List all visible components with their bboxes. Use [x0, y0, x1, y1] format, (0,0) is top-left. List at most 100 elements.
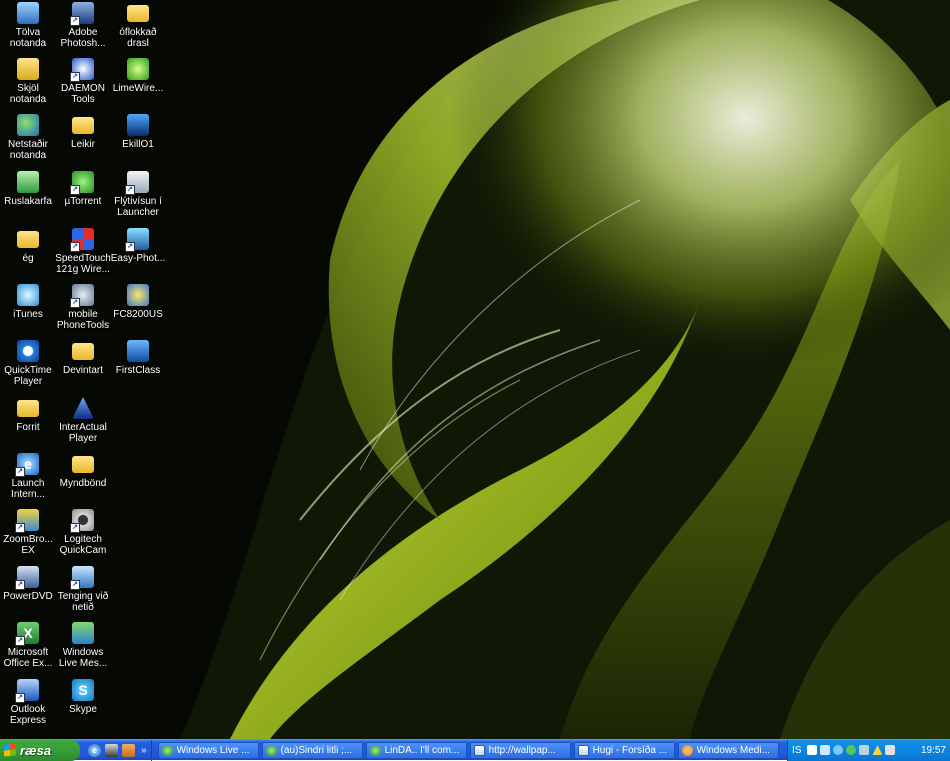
desktop-icon-label: ég — [22, 253, 34, 264]
desktop-icon-label: Easy-Phot... — [110, 253, 166, 264]
desktop-icon-label: QuickTime Player — [4, 365, 52, 387]
shortcut-arrow-icon: ↗ — [70, 298, 80, 308]
messenger-icon — [161, 744, 173, 756]
desktop-icon-ekill01[interactable]: EkillO1 — [110, 114, 166, 150]
desktop-icon-leikir[interactable]: Leikir — [55, 114, 111, 150]
speedtouch-icon: ↗ — [70, 228, 94, 252]
zoombrowser-icon: ↗ — [15, 509, 39, 533]
desktop-icon-label: iTunes — [13, 309, 43, 320]
taskbar-button-sindri-litli[interactable]: (au)Sindri litli ;... — [261, 741, 363, 759]
desktop-icon-logitech-quickcam[interactable]: ↗ Logitech QuickCam — [55, 509, 111, 556]
desktop-icon-grid: Tölva notanda Skjöl notanda Netstaðir no… — [0, 0, 170, 739]
shortcut-arrow-icon: ↗ — [70, 242, 80, 252]
ie-icon[interactable]: e — [88, 743, 101, 757]
desktop-icon-label: Forrit — [16, 422, 40, 433]
taskbar-button-hugi-forsida[interactable]: Hugi - Forsíða ... — [573, 741, 675, 759]
desktop-icon-label: InterActual Player — [59, 422, 107, 444]
shortcut-arrow-icon: ↗ — [15, 636, 25, 646]
desktop-icon-label: mobile PhoneTools — [56, 309, 110, 331]
desktop-icon-windows-live-messenger[interactable]: Windows Live Mes... — [55, 622, 111, 669]
desktop-icon-adobe-photoshop[interactable]: ↗ Adobe Photosh... — [55, 2, 111, 49]
warning-tray-icon[interactable] — [872, 745, 883, 755]
desktop-icon-myndbond[interactable]: Myndbönd — [55, 453, 111, 489]
desktop[interactable]: Tölva notanda Skjöl notanda Netstaðir no… — [0, 0, 950, 739]
quicktime-tray-icon[interactable] — [833, 745, 844, 755]
desktop-icon-label: Outlook Express — [9, 704, 47, 726]
desktop-icon-mobile-phonetools[interactable]: ↗ mobile PhoneTools — [55, 284, 111, 331]
shortcut-arrow-icon: ↗ — [125, 242, 135, 252]
powerdvd-icon: ↗ — [15, 566, 39, 590]
taskbar-button-windows-live[interactable]: Windows Live ... — [157, 741, 259, 759]
desktop-icon-microsoft-excel[interactable]: X ↗ Microsoft Office Ex... — [0, 622, 56, 669]
start-button[interactable]: ræsa — [0, 739, 80, 761]
taskbar-button-wallpaper-url[interactable]: http://wallpap... — [469, 741, 571, 759]
desktop-icon-firstclass[interactable]: FirstClass — [110, 340, 166, 376]
taskbar-button-windows-media[interactable]: Windows Medi... — [677, 741, 779, 759]
desktop-icon-easy-photo[interactable]: ↗ Easy-Phot... — [110, 228, 166, 264]
limewire-icon — [127, 58, 149, 80]
desktop-icon-fc8200us[interactable]: FC8200US — [110, 284, 166, 320]
shortcut-arrow-icon: ↗ — [70, 185, 80, 195]
outlook-express-icon: ↗ — [15, 679, 39, 703]
desktop-icon-eg[interactable]: ég — [0, 228, 56, 264]
excel-icon: X ↗ — [15, 622, 39, 646]
desktop-icon-itunes[interactable]: iTunes — [0, 284, 56, 320]
shortcut-arrow-icon: ↗ — [15, 523, 25, 533]
utorrent-icon: ↗ — [70, 171, 94, 195]
windows-logo-icon — [4, 743, 16, 757]
desktop-icon-label: FirstClass — [115, 365, 161, 376]
quick-launch-more-chevron-icon[interactable]: » — [141, 745, 147, 756]
desktop-icon-devintart[interactable]: Devintart — [55, 340, 111, 376]
messenger-icon — [369, 744, 381, 756]
launcher-shortcut-icon: ↗ — [125, 171, 149, 195]
folder-icon — [72, 117, 94, 134]
desktop-icon-label: Adobe Photosh... — [60, 27, 106, 49]
desktop-icon-label: Microsoft Office Ex... — [3, 647, 53, 669]
recycle-bin-icon — [17, 171, 39, 193]
desktop-icon-netstadir-notanda[interactable]: Netstaðir notanda — [0, 114, 56, 161]
desktop-icon-interactual-player[interactable]: InterActual Player — [55, 397, 111, 444]
taskbar-button-label: Windows Medi... — [696, 744, 770, 756]
folder-icon — [72, 343, 94, 360]
volume-icon[interactable] — [885, 745, 896, 755]
desktop-icon-label: EkillO1 — [122, 139, 154, 150]
desktop-icon-utorrent[interactable]: ↗ µTorrent — [55, 171, 111, 207]
desktop-icon-zoombrowser[interactable]: ↗ ZoomBro... EX — [0, 509, 56, 556]
monitor-tray-icon[interactable] — [859, 745, 870, 755]
show-desktop-icon[interactable] — [105, 743, 118, 757]
skype-icon: S — [72, 679, 94, 701]
shortcut-arrow-icon: ↗ — [15, 467, 25, 477]
desktop-icon-daemon-tools[interactable]: ↗ DAEMON Tools — [55, 58, 111, 105]
desktop-icon-tolva-notanda[interactable]: Tölva notanda — [0, 2, 56, 49]
webcam-icon: ↗ — [70, 509, 94, 533]
desktop-icon-limewire[interactable]: LimeWire... — [110, 58, 166, 94]
network-icon[interactable] — [820, 745, 831, 755]
messenger-tray-icon[interactable] — [846, 745, 857, 755]
media-icon[interactable] — [122, 743, 135, 757]
quick-launch-bar: e » — [80, 739, 152, 761]
desktop-icon-flytivisun-launcher[interactable]: ↗ Flýtivísun í Launcher — [110, 171, 166, 218]
desktop-icon-forrit[interactable]: Forrit — [0, 397, 56, 433]
system-tray: IS 19:57 — [787, 739, 950, 761]
language-indicator[interactable]: IS — [792, 745, 801, 756]
desktop-icon-ruslakarfa[interactable]: Ruslakarfa — [0, 171, 56, 207]
desktop-icon-powerdvd[interactable]: ↗ PowerDVD — [0, 566, 56, 602]
clock[interactable]: 19:57 — [921, 745, 946, 756]
desktop-icon-skype[interactable]: S Skype — [55, 679, 111, 715]
desktop-icon-oflokkad-drasl[interactable]: óflokkað drasl — [110, 2, 166, 49]
desktop-icon-skjol-notanda[interactable]: Skjöl notanda — [0, 58, 56, 105]
desktop-icon-launch-internet[interactable]: e ↗ Launch Intern... — [0, 453, 56, 500]
taskbar-button-linda[interactable]: LinDA.. I'll com... — [365, 741, 467, 759]
shortcut-arrow-icon: ↗ — [125, 185, 135, 195]
desktop-icon-label: Windows Live Mes... — [58, 647, 108, 669]
help-icon[interactable] — [807, 745, 818, 755]
shortcut-arrow-icon: ↗ — [70, 580, 80, 590]
desktop-icon-tenging-vid-netid[interactable]: ↗ Tenging við netið — [55, 566, 111, 613]
desktop-icon-speedtouch[interactable]: ↗ SpeedTouch 121g Wire... — [55, 228, 111, 275]
taskbar-button-label: LinDA.. I'll com... — [384, 744, 460, 756]
desktop-icon-outlook-express[interactable]: ↗ Outlook Express — [0, 679, 56, 726]
taskbar: ræsa e » Windows Live ... (au)Sindri lit… — [0, 739, 950, 761]
internet-connection-icon: ↗ — [70, 566, 94, 590]
desktop-icon-quicktime-player[interactable]: QuickTime Player — [0, 340, 56, 387]
desktop-icon-label: FC8200US — [113, 309, 163, 320]
